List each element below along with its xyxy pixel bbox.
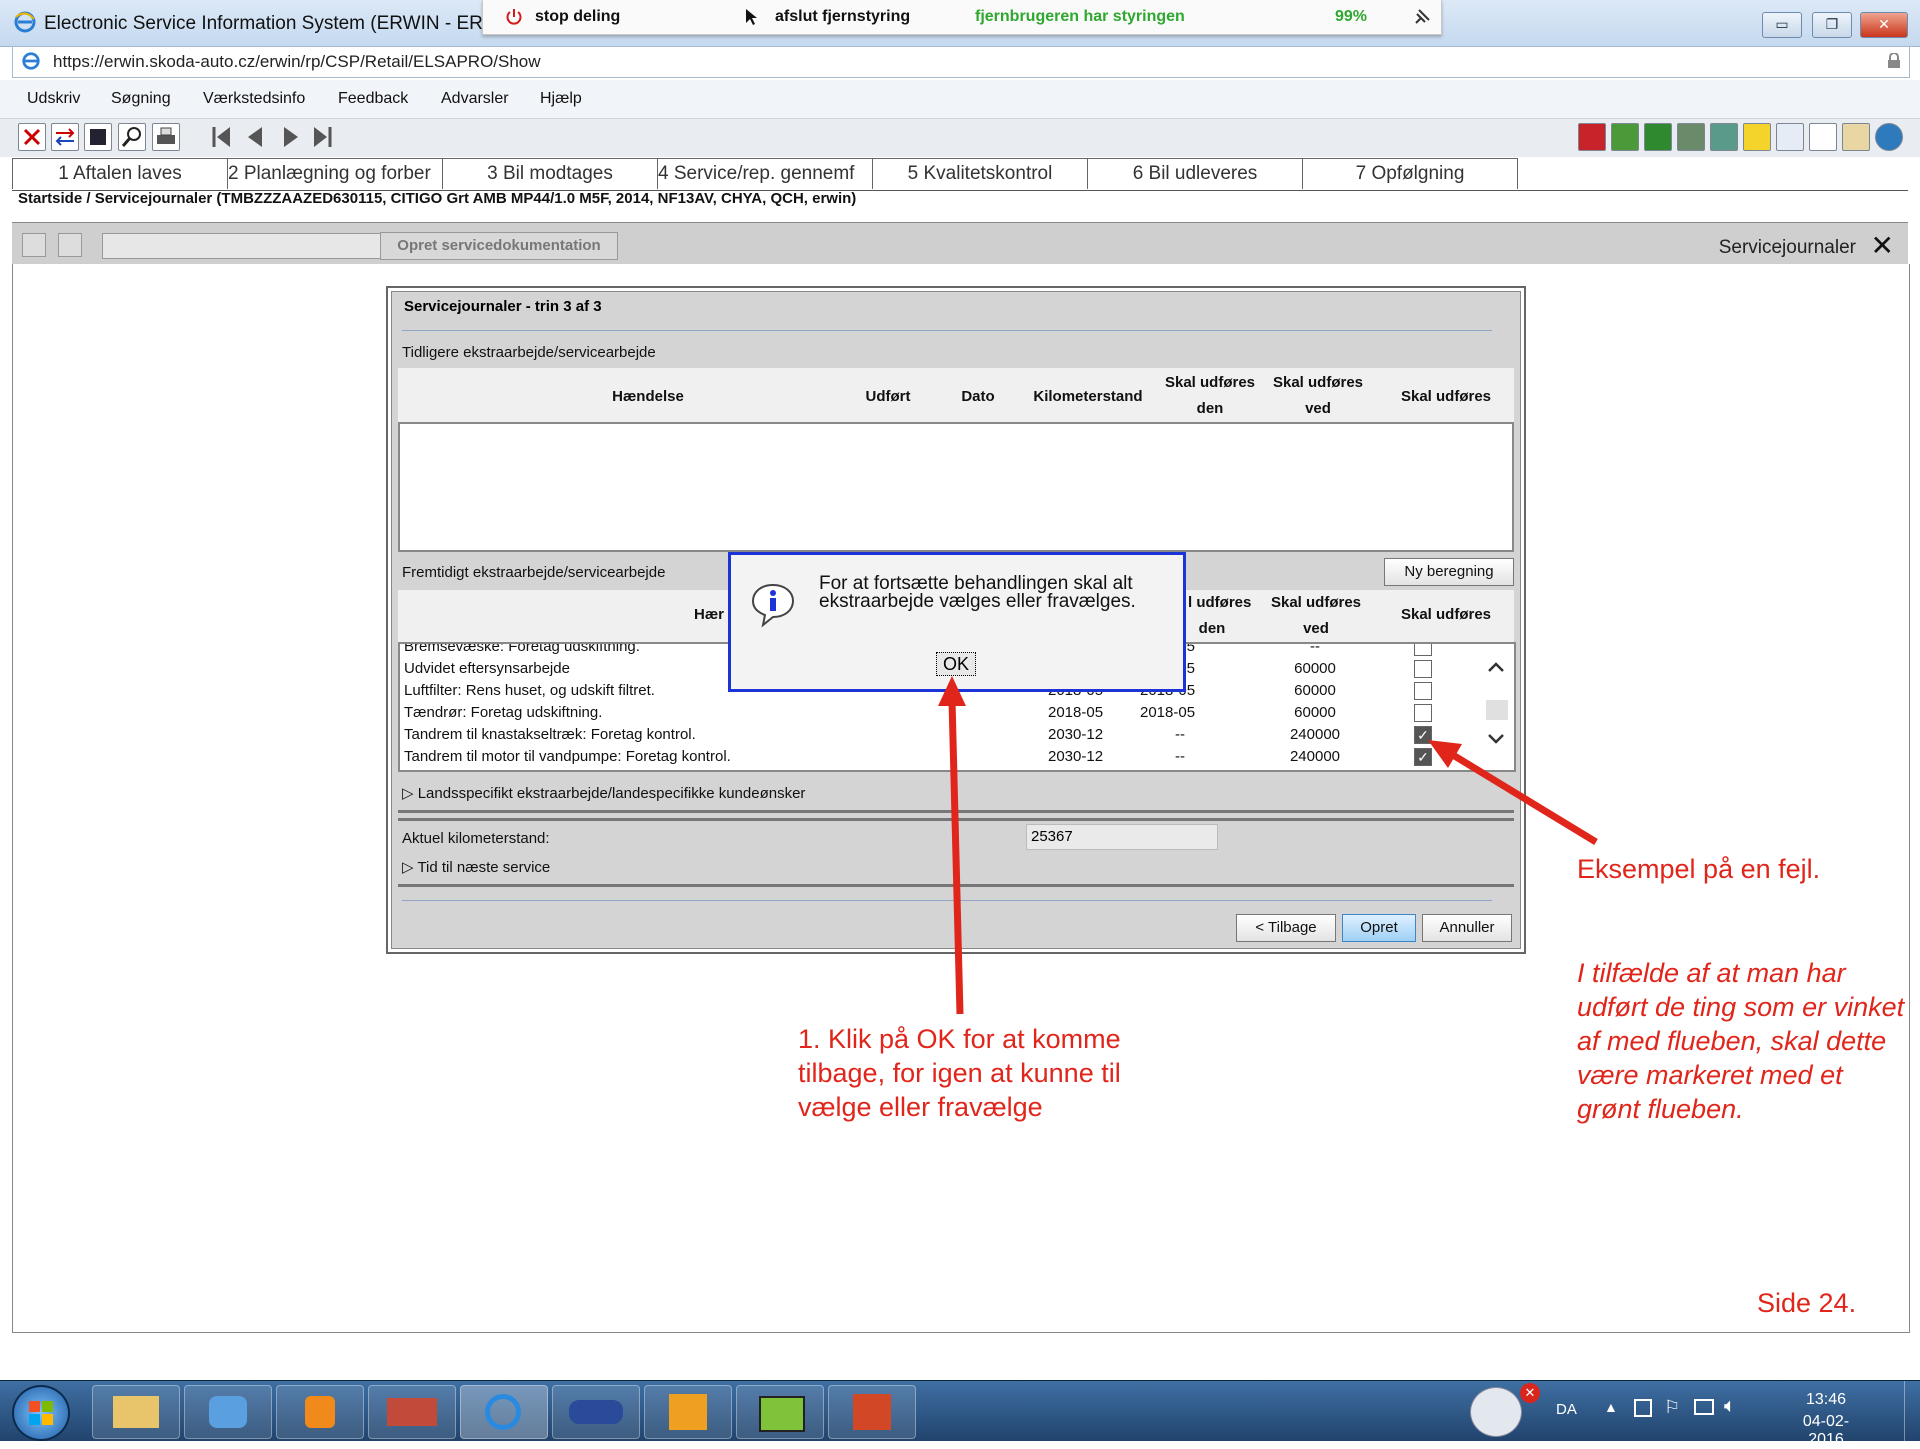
volume-icon[interactable]: 🔈︎ — [1724, 1395, 1736, 1418]
page-number: Side 24. — [1757, 1288, 1857, 1318]
outlook-taskbar-icon[interactable] — [644, 1385, 732, 1439]
annotation-click-ok: 1. Klik på OK for at komme tilbage, for … — [798, 1024, 1121, 1122]
notification-badge-icon: ✕ — [1520, 1383, 1540, 1403]
explorer-taskbar-icon[interactable] — [92, 1385, 180, 1439]
media-player-taskbar-icon[interactable] — [276, 1385, 364, 1439]
arrow-line-ok — [948, 699, 964, 1015]
notification-app-icon[interactable] — [1470, 1387, 1522, 1437]
internet-explorer-taskbar-icon[interactable] — [460, 1385, 548, 1439]
language-indicator[interactable]: DA — [1556, 1401, 1577, 1418]
annotation-error-example: Eksempel på en fejl. — [1577, 854, 1821, 884]
windows-logo-icon — [29, 1401, 53, 1425]
powerpoint-taskbar-icon[interactable] — [828, 1385, 916, 1439]
clock-date[interactable]: 04-02-2016 — [1786, 1413, 1866, 1449]
taskbar: ✕ DA ▲ ⚐ 🔈︎ 13:46 04-02-2016 — [0, 1380, 1920, 1448]
clock-time[interactable]: 13:46 — [1786, 1391, 1866, 1409]
action-center-icon[interactable] — [1634, 1399, 1652, 1417]
snipping-taskbar-icon[interactable] — [736, 1385, 824, 1439]
start-button[interactable] — [12, 1385, 70, 1441]
remote-support-taskbar-icon[interactable] — [184, 1385, 272, 1439]
network-icon[interactable] — [1694, 1399, 1714, 1415]
app-taskbar-icon[interactable] — [368, 1385, 456, 1439]
annotation-note: I tilfælde af at man har udført de ting … — [1577, 958, 1905, 1124]
show-hidden-icons-icon[interactable]: ▲ — [1604, 1399, 1618, 1415]
car-app-taskbar-icon[interactable] — [552, 1385, 640, 1439]
arrow-line-error — [1446, 749, 1598, 845]
annotation-arrows — [938, 676, 1598, 1015]
flag-icon[interactable]: ⚐ — [1664, 1397, 1680, 1418]
show-desktop-button[interactable] — [1904, 1381, 1920, 1441]
arrow-head-ok — [938, 676, 966, 706]
